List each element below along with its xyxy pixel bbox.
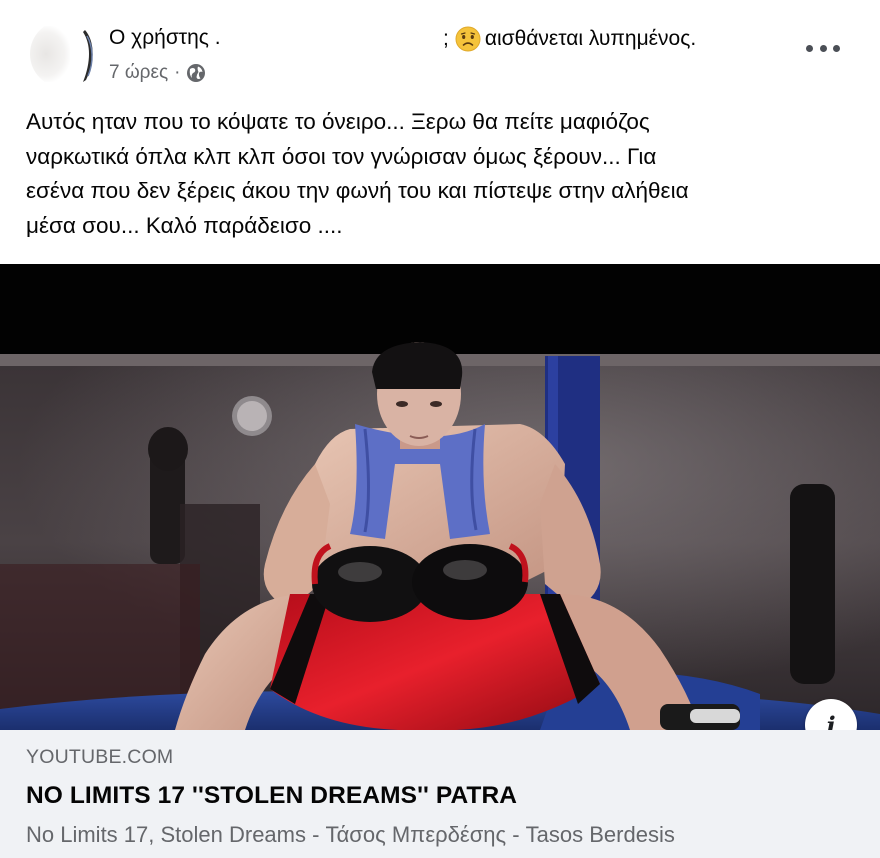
avatar-blur (30, 26, 70, 82)
feeling-text: αισθάνεται λυπημένος. (484, 27, 697, 50)
thumbnail-image (0, 264, 880, 730)
avatar-edge (83, 30, 93, 82)
video-thumbnail[interactable] (0, 264, 880, 730)
post-meta: 7 ώρες · (109, 62, 206, 84)
post-text: Αυτός ηταν που το κόψατε το όνειρο... Ξε… (26, 105, 856, 243)
post-text-line: ναρκωτικά όπλα κλπ κλπ όσοι τον γνώρισαν… (26, 143, 657, 169)
facebook-post: Ο χρήστης . ; αισθάνεται λυπημένος. 7 ώρ… (0, 0, 880, 858)
timestamp[interactable]: 7 ώρες (109, 62, 168, 84)
sad-face-icon (455, 26, 481, 52)
link-title[interactable]: NO LIMITS 17 ''STOLEN DREAMS'' PATRA (26, 782, 517, 810)
meta-separator: · (174, 62, 181, 83)
link-domain: YOUTUBE.COM (26, 746, 174, 768)
post-text-line: Αυτός ηταν που το κόψατε το όνειρο... Ξε… (26, 109, 650, 134)
feeling-status: ; αισθάνεται λυπημένος. (443, 26, 696, 52)
author-name[interactable]: Ο χρήστης . (109, 26, 221, 50)
post-text-line: μέσα σου... Καλό παράδεισο .... (26, 212, 343, 238)
more-dot (833, 44, 840, 52)
globe-icon[interactable] (186, 63, 206, 83)
more-options-button[interactable] (806, 38, 840, 58)
feeling-prefix: ; (443, 27, 449, 50)
more-dot (806, 44, 813, 52)
link-description: No Limits 17, Stolen Dreams - Τάσος Μπερ… (26, 822, 675, 847)
link-preview[interactable]: YOUTUBE.COM NO LIMITS 17 ''STOLEN DREAMS… (0, 730, 880, 858)
more-dot (819, 44, 827, 52)
post-text-line: εσένα που δεν ξέρεις άκου την φωνή του κ… (26, 178, 689, 203)
